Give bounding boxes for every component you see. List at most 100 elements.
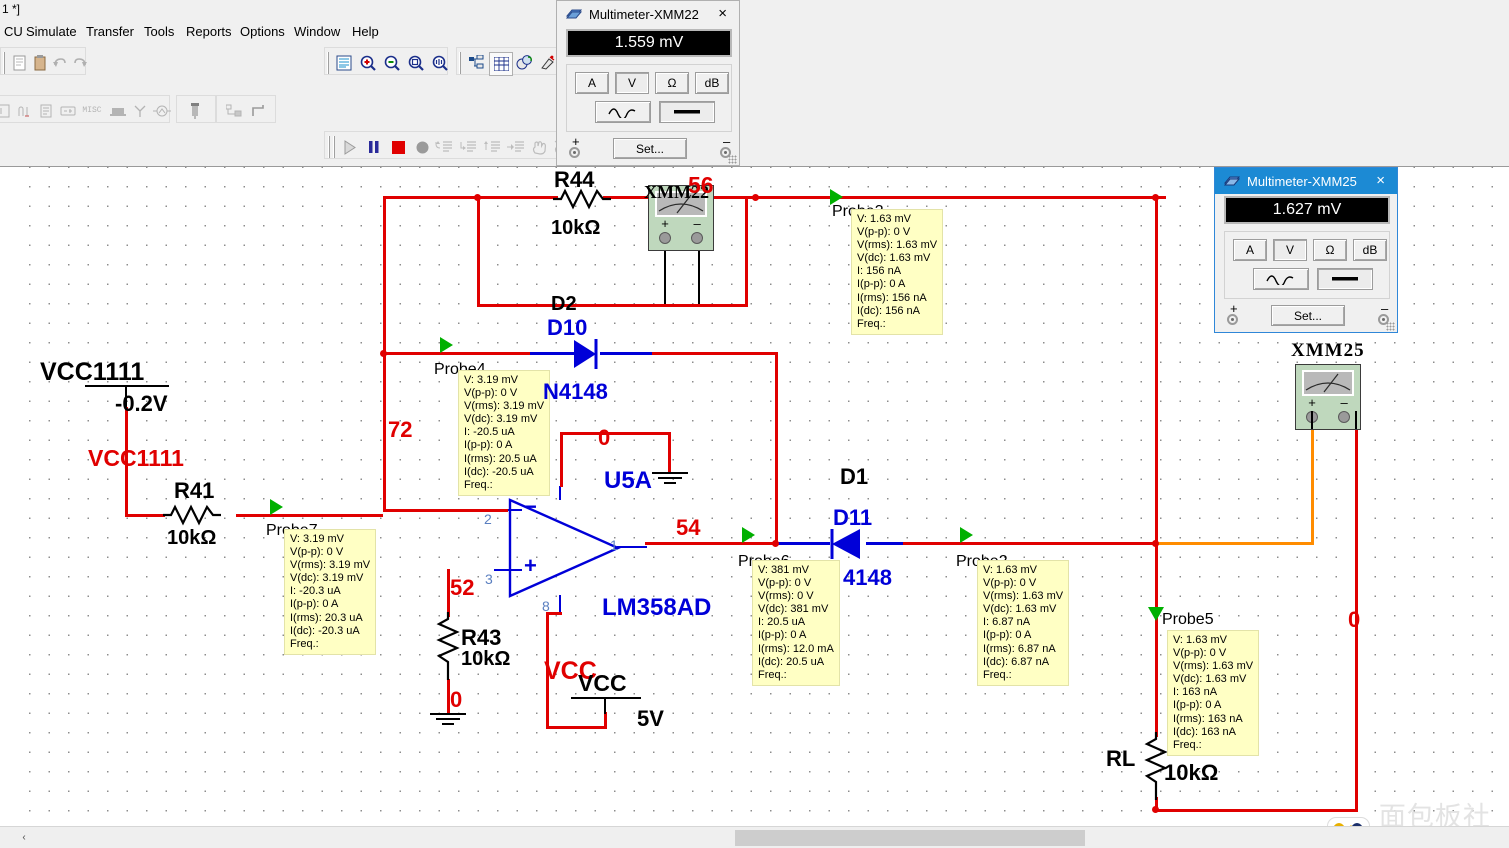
r43-symbol[interactable] <box>435 612 463 684</box>
xmm25-ac-mode-button[interactable] <box>1253 268 1309 290</box>
xmm25-resize-grip[interactable] <box>1386 322 1395 331</box>
xmm25-title-bar[interactable]: Multimeter-XMM25 × <box>1215 168 1397 194</box>
scrollbar-thumb[interactable] <box>735 830 1085 846</box>
xmm22-terminal-plus[interactable] <box>659 232 671 244</box>
probe7-arrow-icon[interactable] <box>270 499 283 515</box>
xmm25-set-button[interactable]: Set... <box>1271 305 1345 326</box>
step-out-icon[interactable] <box>481 136 503 158</box>
wire-vcc-bottom <box>546 726 606 729</box>
xmm22-terminal-minus[interactable] <box>691 232 703 244</box>
pause-icon[interactable] <box>363 136 385 158</box>
xmm22-jack-plus[interactable] <box>569 147 580 158</box>
multimeter-xmm22-dialog[interactable]: Multimeter-XMM22 × 1.559 mV A V Ω dB + –… <box>556 0 740 166</box>
menu-item-tools[interactable]: Tools <box>140 22 178 42</box>
net-label-52: 52 <box>450 575 475 600</box>
sheet-properties-icon[interactable] <box>333 52 355 74</box>
hierarchy-icon[interactable] <box>223 100 245 122</box>
grab-icon[interactable] <box>529 136 551 158</box>
zoom-in-icon[interactable] <box>357 52 379 74</box>
multimeter-xmm25-dialog[interactable]: Multimeter-XMM25 × 1.627 mV A V Ω dB + –… <box>1214 167 1398 333</box>
rf-icon[interactable] <box>129 100 151 122</box>
circuit-restrictions-icon[interactable] <box>513 52 535 74</box>
xmm25-unit-v[interactable]: V <box>1273 239 1307 261</box>
record-icon[interactable] <box>411 136 433 158</box>
xmm22-unit-v[interactable]: V <box>615 72 649 94</box>
node-top-right <box>1152 194 1159 201</box>
new-icon[interactable] <box>9 52 31 74</box>
menu-item-simulate[interactable]: Simulate <box>22 22 81 42</box>
xmm22-ac-mode-button[interactable] <box>595 101 651 123</box>
bus-icon[interactable] <box>247 100 269 122</box>
xmm25-jack-plus[interactable] <box>1227 314 1238 325</box>
menu-item-options[interactable]: Options <box>236 22 289 42</box>
step-over-icon[interactable] <box>457 136 479 158</box>
undo-icon[interactable] <box>49 52 71 74</box>
zoom-fit-icon[interactable] <box>429 52 451 74</box>
xmm25-dc-mode-button[interactable] <box>1317 268 1373 290</box>
diodes-icon[interactable] <box>35 100 57 122</box>
xmm25-unit-ohm[interactable]: Ω <box>1313 239 1347 261</box>
step-forward-icon[interactable] <box>505 136 527 158</box>
zoom-area-icon[interactable] <box>405 52 427 74</box>
net-label-54: 54 <box>676 515 701 540</box>
probe5-tooltip: V: 1.63 mV V(p-p): 0 V V(rms): 1.63 mV V… <box>1167 630 1260 756</box>
xmm25-symbol[interactable]: + – <box>1295 364 1361 430</box>
xmm25-terminal-minus[interactable] <box>1338 411 1350 423</box>
xmm25-unit-a[interactable]: A <box>1233 239 1267 261</box>
menu-item-window[interactable]: Window <box>290 22 344 42</box>
xmm22-resize-grip[interactable] <box>728 155 737 164</box>
d10-value: N4148 <box>543 379 608 404</box>
xmm22-unit-db[interactable]: dB <box>695 72 729 94</box>
close-icon[interactable]: × <box>1376 172 1385 189</box>
design-toolbox-icon[interactable] <box>465 52 487 74</box>
horizontal-scrollbar[interactable]: ‹ <box>0 826 1509 848</box>
menu-item-help[interactable]: Help <box>348 22 383 42</box>
redo-icon[interactable] <box>69 52 91 74</box>
scroll-left-icon[interactable]: ‹ <box>18 830 30 845</box>
xmm22-unit-ohm[interactable]: Ω <box>655 72 689 94</box>
probe4-vrms: V(rms): 3.19 mV <box>464 400 545 413</box>
xmm22-set-button[interactable]: Set... <box>613 138 687 159</box>
wire-u5a-gnd-right <box>668 432 671 472</box>
xmm22-lead-plus <box>664 251 666 304</box>
wire-d2-bottom <box>477 304 748 307</box>
xmm25-unit-db[interactable]: dB <box>1353 239 1387 261</box>
spreadsheet-view-icon[interactable] <box>489 52 513 76</box>
xmm22-unit-a[interactable]: A <box>575 72 609 94</box>
gnd-u5a-bar1 <box>652 472 688 474</box>
menu-item-reports[interactable]: Reports <box>182 22 236 42</box>
probe6-tooltip: V: 381 mV V(p-p): 0 V V(rms): 0 V V(dc):… <box>752 560 840 686</box>
probe6-vpp: V(p-p): 0 V <box>758 577 812 590</box>
edit-toolbar-group <box>0 47 87 75</box>
xmm22-title-bar[interactable]: Multimeter-XMM22 × <box>557 1 739 27</box>
r41-symbol[interactable] <box>163 503 239 529</box>
stop-icon[interactable] <box>387 136 409 158</box>
transistors-icon[interactable] <box>57 100 79 122</box>
probe5-idc: I(dc): 163 nA <box>1173 725 1236 738</box>
pin-label-3: 3 <box>485 571 493 587</box>
probe4-arrow-icon[interactable] <box>440 337 453 353</box>
toolbar-row-components: MISC <box>0 92 1509 128</box>
basic-icon[interactable] <box>13 100 35 122</box>
ladder-icon[interactable] <box>184 100 206 122</box>
probe4-v: V: 3.19 mV <box>464 374 519 386</box>
probe3-v: V: 1.63 mV <box>857 213 912 225</box>
node-r44-right <box>752 194 759 201</box>
misc-icon[interactable]: MISC <box>79 100 105 122</box>
probe6-arrow-icon[interactable] <box>742 527 755 543</box>
menu-item-transfer[interactable]: Transfer <box>82 22 138 42</box>
xmm22-dc-mode-button[interactable] <box>659 101 715 123</box>
node-r44-left <box>474 194 481 201</box>
close-icon[interactable]: × <box>718 5 727 22</box>
run-icon[interactable] <box>339 136 361 158</box>
wire-d2-right-vertical <box>745 196 748 307</box>
indicators-icon[interactable] <box>107 100 129 122</box>
step-into-icon[interactable] <box>433 136 455 158</box>
electromech-icon[interactable] <box>151 100 173 122</box>
opamp-pin4-wire <box>559 486 561 500</box>
zoom-out-icon[interactable] <box>381 52 403 74</box>
paste-icon[interactable] <box>29 52 51 74</box>
gnd-u5a-bar3 <box>664 482 676 484</box>
wire-r41-left <box>125 514 165 517</box>
probe2-arrow-icon[interactable] <box>960 527 973 543</box>
